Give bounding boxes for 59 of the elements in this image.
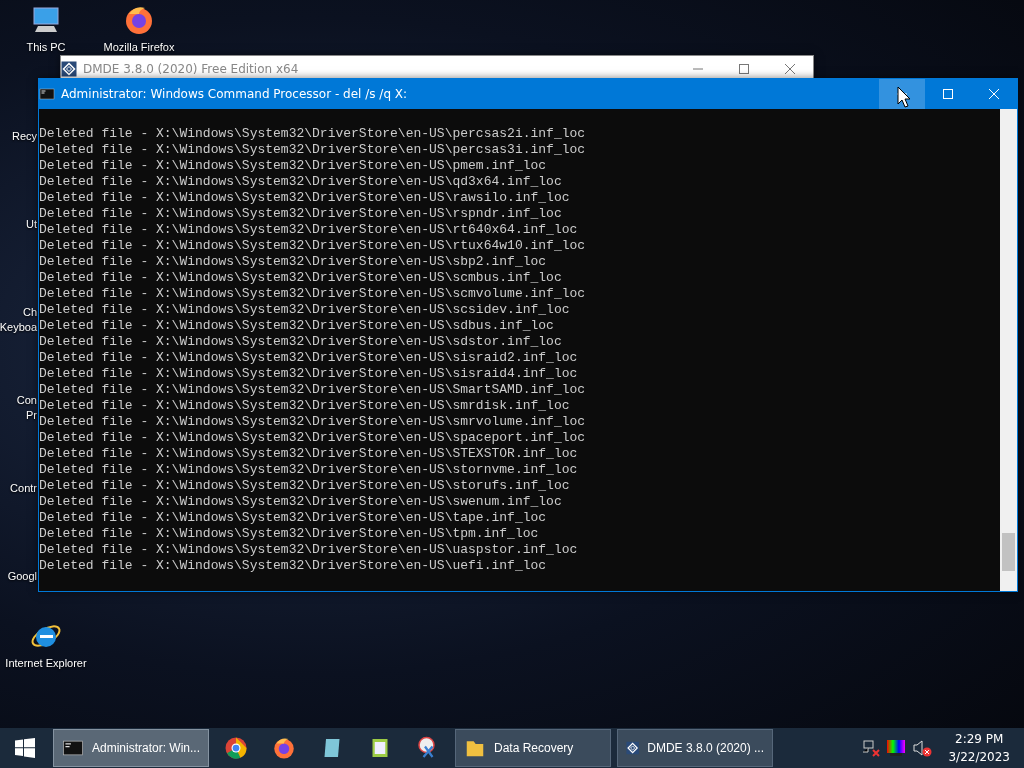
console-line: Deleted file - X:\Windows\System32\DriverStore\en-US\sbp2.inf_loc [39,254,547,270]
console-line: Deleted file - X:\Windows\System32\DriverStore\en-US\SmartSAMD.inf_loc [39,382,586,398]
icon-label[interactable]: Internet Explorer [5,656,87,671]
close-icon [785,64,795,74]
console-line: Deleted file - X:\Windows\System32\DriverStore\en-US\uefi.inf_loc [39,558,547,574]
date: 3/22/2023 [948,749,1010,766]
color-display-icon[interactable] [886,739,907,757]
firefox-icon [123,4,155,36]
console-line: Deleted file - X:\Windows\System32\DriverStore\en-US\stornvme.inf_loc [39,462,578,478]
console-line: Deleted file - X:\Windows\System32\DriverStore\en-US\swenum.inf_loc [39,494,562,510]
console-line: Deleted file - X:\Windows\System32\DriverStore\en-US\scmbus.inf_loc [39,270,562,286]
chrome-icon [224,736,248,760]
console-line: Deleted file - X:\Windows\System32\DriverStore\en-US\tape.inf_loc [39,510,547,526]
network-error-icon[interactable] [862,739,881,757]
icon-label[interactable]: Contr [10,481,37,496]
console-line: Deleted file - X:\Windows\System32\DriverStore\en-US\uaspstor.inf_loc [39,542,578,558]
scrollbar[interactable] [1000,109,1017,591]
console-line: Deleted file - X:\Windows\System32\DriverStore\en-US\sisraid2.inf_loc [39,350,578,366]
maximize-icon [739,64,749,74]
time: 2:29 PM [955,731,1004,748]
maximize-icon [943,89,953,99]
console-line: Deleted file - X:\Windows\System32\DriverStore\en-US\pmem.inf_loc [39,158,547,174]
console-line: Deleted file - X:\Windows\System32\DriverStore\en-US\smrdisk.inf_loc [39,398,570,414]
icon-label[interactable]: Googl [7,569,37,584]
console-line: Deleted file - X:\Windows\System32\DriverStore\en-US\rtux64w10.inf_loc [39,238,586,254]
icon-label[interactable]: Ch Keyboa [0,305,37,335]
console-line: Deleted file - X:\Windows\System32\DriverStore\en-US\STEXSTOR.inf_loc [39,446,578,462]
console-line: Deleted file - X:\Windows\System32\DriverStore\en-US\rt640x64.inf_loc [39,222,578,238]
console-line: Deleted file - X:\Windows\System32\DriverStore\en-US\rspndr.inf_loc [39,206,562,222]
icon-label[interactable]: This PC [26,40,66,55]
muted-speaker-icon[interactable] [912,739,933,757]
icon-label[interactable]: Ut [26,217,37,232]
console-line: Deleted file - X:\Windows\System32\DriverStore\en-US\smrvolume.inf_loc [39,414,586,430]
taskbar-button[interactable]: Administrator: Win... [53,729,209,767]
taskbar-button[interactable]: DMDE 3.8.0 (2020) ... [617,729,773,767]
clock[interactable]: 2:29 PM 3/22/2023 [948,730,1010,766]
console-line: Deleted file - X:\Windows\System32\DriverStore\en-US\scsidev.inf_loc [39,302,570,318]
close-icon [989,89,999,99]
windows-logo-icon [15,738,35,758]
firefox-icon [272,736,296,760]
console-line: Deleted file - X:\Windows\System32\DriverStore\en-US\sisraid4.inf_loc [39,366,578,382]
console-line: Deleted file - X:\Windows\System32\DriverStore\en-US\qd3x64.inf_loc [39,174,562,190]
console-line: Deleted file - X:\Windows\System32\DriverStore\en-US\sdbus.inf_loc [39,318,554,334]
console-line: Deleted file - X:\Windows\System32\DriverStore\en-US\storufs.inf_loc [39,478,570,494]
console-line: Deleted file - X:\Windows\System32\DriverStore\en-US\scmvolume.inf_loc [39,286,586,302]
window-title: Administrator: Windows Command Processor - del /s /q X: [61,87,409,101]
console-icon [62,737,84,759]
icon-label[interactable]: Con Pr [16,393,37,423]
window-title: DMDE 3.8.0 (2020) Free Edition x64 [83,62,300,76]
console-line: Deleted file - X:\Windows\System32\DriverStore\en-US\rawsilo.inf_loc [39,190,570,206]
console-line: Deleted file - X:\Windows\System32\DriverStore\en-US\percsas2i.inf_loc [39,126,586,142]
console-line: Deleted file - X:\Windows\System32\DriverStore\en-US\tpm.inf_loc [39,526,539,542]
console-line: Deleted file - X:\Windows\System32\DriverStore\en-US\sdstor.inf_loc [39,334,562,350]
console-line: Deleted file - X:\Windows\System32\DriverStore\en-US\percsas3i.inf_loc [39,142,586,158]
taskbar-button[interactable]: Data Recovery [455,729,611,767]
icon-label[interactable]: Mozilla Firefox [103,40,175,55]
console-line: Deleted file - X:\Windows\System32\DriverStore\en-US\spaceport.inf_loc [39,430,586,446]
icon-label[interactable]: Recy [11,129,37,144]
cursor-icon [897,86,911,108]
